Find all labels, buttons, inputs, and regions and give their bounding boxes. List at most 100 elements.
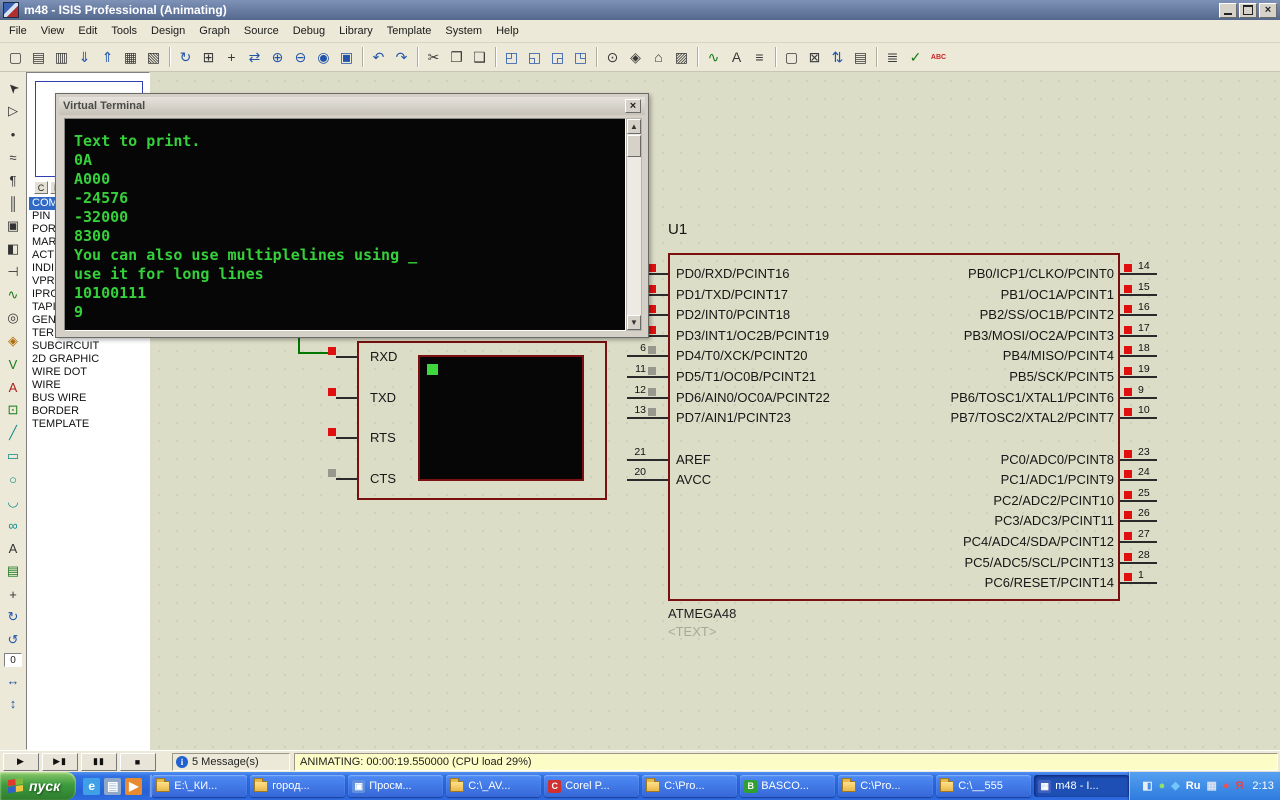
media-player-icon[interactable]: ▶ bbox=[125, 778, 142, 795]
toolbar-block-move-button[interactable]: ◱ bbox=[523, 46, 546, 68]
menu-source[interactable]: Source bbox=[237, 23, 286, 39]
menu-graph[interactable]: Graph bbox=[192, 23, 237, 39]
minimize-button[interactable] bbox=[1219, 3, 1237, 18]
taskbar-button[interactable]: C:\__555 bbox=[936, 775, 1031, 797]
selector-item[interactable]: SUBCIRCUIT bbox=[29, 340, 147, 353]
virtual-terminal-titlebar[interactable]: Virtual Terminal × bbox=[59, 97, 645, 115]
terminal-scrollbar[interactable]: ▲ ▼ bbox=[626, 118, 642, 331]
toolbar-netlist-to-ares-button[interactable]: ABC bbox=[927, 46, 950, 68]
marker-tool-button[interactable]: + bbox=[3, 584, 23, 604]
stop-button[interactable]: ■ bbox=[120, 753, 156, 771]
toolbar-remove-sheet-button[interactable]: ⊠ bbox=[803, 46, 826, 68]
toolbar-bill-of-materials-button[interactable]: ≣ bbox=[881, 46, 904, 68]
pause-button[interactable]: ▮▮ bbox=[81, 753, 117, 771]
2d-box-tool-button[interactable]: ▭ bbox=[3, 446, 23, 466]
rotate-cw-button-button[interactable]: ↻ bbox=[3, 607, 23, 627]
selector-item[interactable]: BUS WIRE bbox=[29, 392, 147, 405]
toolbar-zoom-out-button[interactable]: ⊖ bbox=[289, 46, 312, 68]
tray-icon-1[interactable]: ◧ bbox=[1142, 781, 1152, 792]
subcircuit-tool-button[interactable]: ▣ bbox=[3, 216, 23, 236]
menu-debug[interactable]: Debug bbox=[286, 23, 332, 39]
toolbar-pick-device-button[interactable]: ⊙ bbox=[601, 46, 624, 68]
close-button[interactable]: × bbox=[1259, 3, 1277, 18]
toolbar-toggle-grid-button[interactable]: ⊞ bbox=[197, 46, 220, 68]
toolbar-electrical-rule-check-button[interactable]: ✓ bbox=[904, 46, 927, 68]
toolbar-wire-autorouter-button[interactable]: ∿ bbox=[702, 46, 725, 68]
menu-file[interactable]: File bbox=[2, 23, 34, 39]
selection-tool-button[interactable]: ➤ bbox=[3, 78, 23, 98]
instruments-tool-button[interactable]: ⊡ bbox=[3, 400, 23, 420]
menu-edit[interactable]: Edit bbox=[71, 23, 104, 39]
menu-library[interactable]: Library bbox=[332, 23, 380, 39]
toolbar-cut-button[interactable]: ✂ bbox=[422, 46, 445, 68]
toolbar-block-copy-button[interactable]: ◰ bbox=[500, 46, 523, 68]
toolbar-goto-sheet-button[interactable]: ⇅ bbox=[826, 46, 849, 68]
tray-icon-2[interactable]: ● bbox=[1159, 781, 1166, 792]
selector-item[interactable]: WIRE DOT bbox=[29, 366, 147, 379]
generator-tool-button[interactable]: ◈ bbox=[3, 331, 23, 351]
toolbar-zoom-area-button[interactable]: ▣ bbox=[335, 46, 358, 68]
terminal-output[interactable]: Text to print.0AA000-24576-320008300You … bbox=[64, 118, 626, 331]
menu-tools[interactable]: Tools bbox=[104, 23, 144, 39]
toolbar-pan-button[interactable]: ⇄ bbox=[243, 46, 266, 68]
menu-template[interactable]: Template bbox=[380, 23, 439, 39]
selector-header-button-c[interactable]: C bbox=[34, 181, 48, 194]
mirror-h-button-button[interactable]: ↔ bbox=[3, 670, 23, 690]
toolbar-origin-button[interactable]: + bbox=[220, 46, 243, 68]
toolbar-block-delete-button[interactable]: ◳ bbox=[569, 46, 592, 68]
junction-dot-tool-button[interactable]: • bbox=[3, 124, 23, 144]
taskbar-button[interactable]: ▦m48 - I... bbox=[1034, 775, 1129, 797]
bus-tool-button[interactable]: ║ bbox=[3, 193, 23, 213]
tray-icon-3[interactable]: ◆ bbox=[1171, 781, 1179, 792]
close-icon[interactable]: × bbox=[625, 99, 641, 113]
scrollbar-thumb[interactable] bbox=[627, 135, 641, 157]
menu-help[interactable]: Help bbox=[489, 23, 526, 39]
2d-line-tool-button[interactable]: ╱ bbox=[3, 423, 23, 443]
show-desktop-icon[interactable]: ▤ bbox=[104, 778, 121, 795]
selector-item[interactable]: BORDER bbox=[29, 405, 147, 418]
toolbar-print-button[interactable]: ▦ bbox=[119, 46, 142, 68]
device-pin-tool-button[interactable]: ⊣ bbox=[3, 262, 23, 282]
taskbar-button[interactable]: BBASCO... bbox=[740, 775, 835, 797]
tray-icon-4[interactable]: ▦ bbox=[1206, 781, 1216, 792]
taskbar-button[interactable]: ▣Просм... bbox=[348, 775, 443, 797]
taskbar-button[interactable]: C:\Pro... bbox=[838, 775, 933, 797]
toolbar-undo-button[interactable]: ↶ bbox=[367, 46, 390, 68]
taskbar-button[interactable]: C:\Pro... bbox=[642, 775, 737, 797]
toolbar-copy-button[interactable]: ❐ bbox=[445, 46, 468, 68]
terminal-tool-button[interactable]: ◧ bbox=[3, 239, 23, 259]
scroll-down-icon[interactable]: ▼ bbox=[627, 315, 641, 330]
toolbar-property-assignment-button[interactable]: ≡ bbox=[748, 46, 771, 68]
tape-recorder-tool-button[interactable]: ◎ bbox=[3, 308, 23, 328]
toolbar-new-sheet-button[interactable]: ▢ bbox=[780, 46, 803, 68]
2d-arc-tool-button[interactable]: ◡ bbox=[3, 492, 23, 512]
selector-item[interactable]: WIRE bbox=[29, 379, 147, 392]
tray-icon-5[interactable]: ● bbox=[1223, 781, 1230, 792]
2d-path-tool-button[interactable]: ∞ bbox=[3, 515, 23, 535]
menu-system[interactable]: System bbox=[438, 23, 489, 39]
menu-design[interactable]: Design bbox=[144, 23, 192, 39]
rotation-angle-field[interactable]: 0 bbox=[4, 653, 22, 667]
toolbar-design-explorer-button[interactable]: ▤ bbox=[849, 46, 872, 68]
toolbar-packaging-tool-button[interactable]: ⌂ bbox=[647, 46, 670, 68]
selector-item[interactable]: TEMPLATE bbox=[29, 418, 147, 431]
toolbar-block-rotate-button[interactable]: ◲ bbox=[546, 46, 569, 68]
text-script-tool-button[interactable]: ¶ bbox=[3, 170, 23, 190]
toolbar-redo-button[interactable]: ↷ bbox=[390, 46, 413, 68]
toolbar-open-design-button[interactable]: ▤ bbox=[27, 46, 50, 68]
message-counter[interactable]: i 5 Message(s) bbox=[172, 753, 290, 771]
toolbar-export-button[interactable]: ⇑ bbox=[96, 46, 119, 68]
step-button[interactable]: ▶▮ bbox=[42, 753, 78, 771]
language-indicator[interactable]: Ru bbox=[1186, 781, 1201, 792]
toolbar-make-device-button[interactable]: ◈ bbox=[624, 46, 647, 68]
rotate-ccw-button-button[interactable]: ↺ bbox=[3, 630, 23, 650]
toolbar-import-button[interactable]: ⇓ bbox=[73, 46, 96, 68]
voltage-probe-tool-button[interactable]: V bbox=[3, 354, 23, 374]
current-probe-tool-button[interactable]: A bbox=[3, 377, 23, 397]
toolbar-paste-button[interactable]: ❑ bbox=[468, 46, 491, 68]
maximize-button[interactable] bbox=[1239, 3, 1257, 18]
taskbar-button[interactable]: C:\_AV... bbox=[446, 775, 541, 797]
menu-view[interactable]: View bbox=[34, 23, 72, 39]
toolbar-zoom-all-button[interactable]: ◉ bbox=[312, 46, 335, 68]
play-button[interactable]: ▶ bbox=[3, 753, 39, 771]
